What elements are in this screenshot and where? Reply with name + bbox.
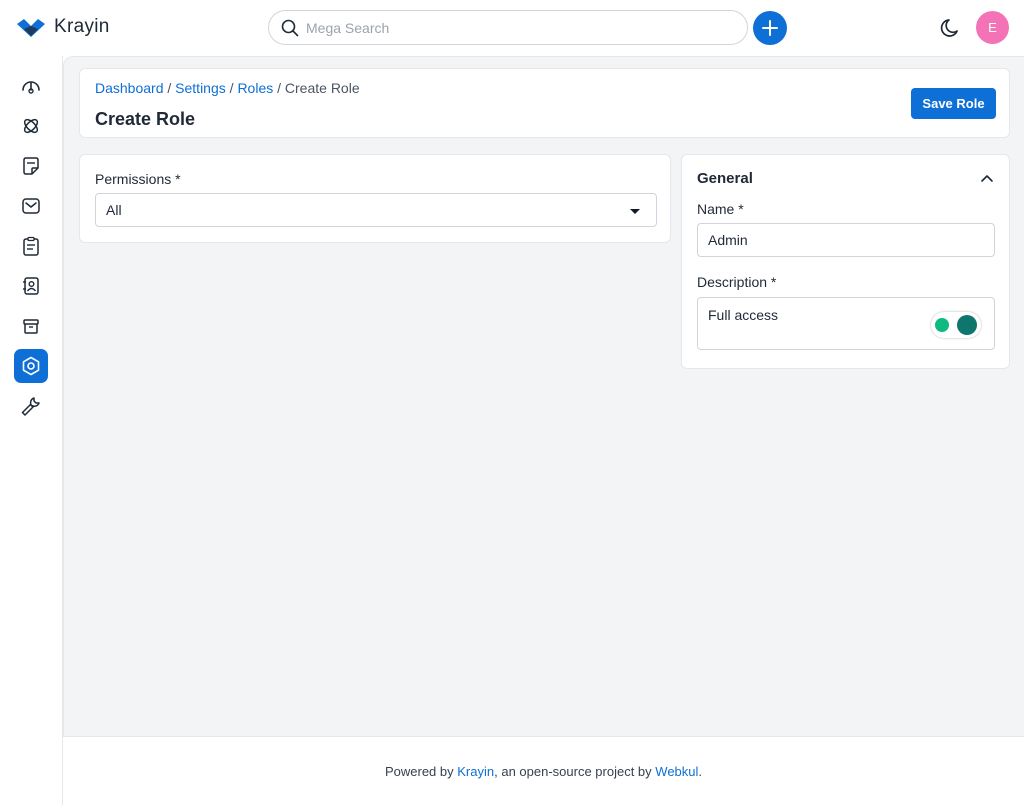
page-title: Create Role: [95, 109, 196, 129]
moon-icon: [940, 19, 958, 37]
sidebar-item-contacts[interactable]: [14, 269, 48, 303]
collapse-toggle[interactable]: [978, 170, 996, 188]
dashboard-icon: [22, 81, 40, 94]
sidebar: [0, 56, 63, 805]
quick-create-button[interactable]: [753, 11, 787, 45]
footer-suffix: .: [698, 763, 703, 779]
top-header: Krayin E: [0, 0, 1024, 56]
description-label: Description *: [697, 274, 777, 290]
wrench-icon: [21, 397, 40, 416]
breadcrumb-current: Create Role: [284, 80, 360, 96]
search-icon: [281, 19, 299, 36]
dark-mode-toggle[interactable]: [938, 15, 964, 41]
breadcrumb-settings[interactable]: Settings: [175, 80, 226, 96]
mega-search[interactable]: [268, 10, 748, 45]
general-card: General Name * Description * Full access: [681, 154, 1010, 369]
main-content: Dashboard / Settings / Roles / Create Ro…: [63, 56, 1024, 736]
permissions-select[interactable]: All: [95, 193, 657, 227]
sidebar-item-quotes[interactable]: [14, 149, 48, 183]
brand-name: Krayin: [54, 16, 110, 37]
krayin-link[interactable]: Krayin: [457, 764, 494, 779]
activities-icon: [23, 236, 39, 256]
breadcrumb-roles[interactable]: Roles: [237, 80, 273, 96]
name-label: Name *: [697, 201, 744, 217]
footer: Powered by Krayin, an open-source projec…: [63, 736, 1024, 805]
grammarly-icon: [957, 315, 977, 335]
permissions-selected-value: All: [106, 202, 122, 218]
products-icon: [23, 319, 39, 334]
permissions-label: Permissions *: [95, 171, 181, 187]
quotes-icon: [23, 157, 39, 175]
plus-icon: [762, 20, 778, 36]
user-avatar[interactable]: E: [976, 11, 1009, 44]
sidebar-item-settings[interactable]: [14, 349, 48, 383]
save-role-button[interactable]: Save Role: [911, 88, 996, 119]
contacts-icon: [23, 277, 39, 295]
grammar-assistant-widget[interactable]: [931, 312, 981, 338]
sidebar-item-activities[interactable]: [14, 229, 48, 263]
breadcrumb-separator: /: [277, 80, 285, 96]
breadcrumb-dashboard[interactable]: Dashboard: [95, 80, 164, 96]
mail-icon: [22, 198, 40, 214]
chevron-up-icon: [981, 175, 993, 182]
footer-middle: , an open-source project by: [494, 763, 652, 779]
settings-icon: [22, 356, 40, 376]
krayin-logo-icon: [17, 19, 45, 37]
permissions-card: Permissions * All: [79, 154, 671, 243]
sidebar-item-dashboard[interactable]: [14, 69, 48, 103]
logo[interactable]: Krayin: [16, 16, 110, 38]
breadcrumb-separator: /: [167, 80, 176, 96]
general-title: General: [697, 170, 753, 187]
footer-prefix: Powered by: [384, 763, 454, 779]
page-header-card: Dashboard / Settings / Roles / Create Ro…: [79, 68, 1010, 138]
name-input[interactable]: [697, 223, 995, 257]
webkul-link[interactable]: Webkul: [655, 764, 698, 779]
sidebar-item-configuration[interactable]: [14, 389, 48, 423]
breadcrumb: Dashboard / Settings / Roles / Create Ro…: [95, 80, 360, 96]
lightbulb-icon: [935, 318, 949, 332]
caret-down-icon: [630, 209, 640, 214]
sidebar-item-products[interactable]: [14, 309, 48, 343]
sidebar-item-mail[interactable]: [14, 189, 48, 223]
search-input[interactable]: [306, 19, 726, 36]
sidebar-item-leads[interactable]: [14, 109, 48, 143]
leads-icon: [23, 118, 39, 134]
